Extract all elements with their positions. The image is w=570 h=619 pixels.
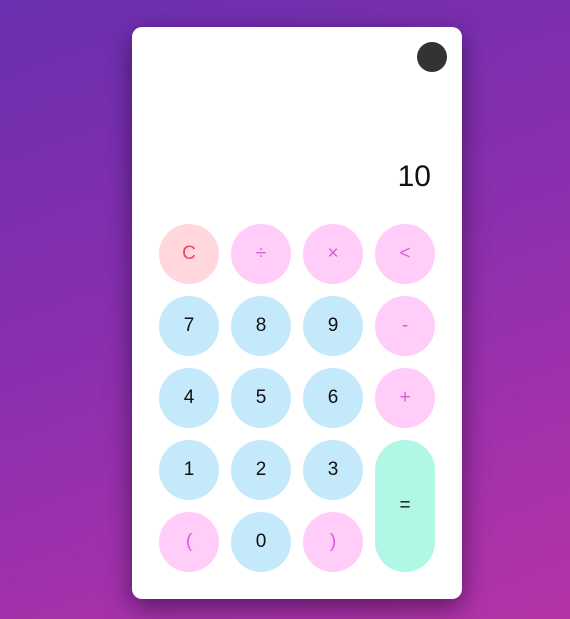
- multiply-button[interactable]: ×: [303, 224, 363, 284]
- open-paren-button[interactable]: (: [159, 512, 219, 572]
- digit-4-button[interactable]: 4: [159, 368, 219, 428]
- theme-toggle-button[interactable]: [417, 42, 447, 72]
- digit-9-button[interactable]: 9: [303, 296, 363, 356]
- plus-button[interactable]: +: [375, 368, 435, 428]
- calculator-panel: 10 C ÷ × < 7 8 9 - 4 5 6 + 1 2 3 = ( 0 ): [132, 27, 462, 599]
- minus-button[interactable]: -: [375, 296, 435, 356]
- backspace-button[interactable]: <: [375, 224, 435, 284]
- calculator-display: 10: [397, 160, 431, 193]
- digit-1-button[interactable]: 1: [159, 440, 219, 500]
- digit-6-button[interactable]: 6: [303, 368, 363, 428]
- divide-button[interactable]: ÷: [231, 224, 291, 284]
- digit-2-button[interactable]: 2: [231, 440, 291, 500]
- digit-5-button[interactable]: 5: [231, 368, 291, 428]
- digit-8-button[interactable]: 8: [231, 296, 291, 356]
- digit-0-button[interactable]: 0: [231, 512, 291, 572]
- close-paren-button[interactable]: ): [303, 512, 363, 572]
- digit-7-button[interactable]: 7: [159, 296, 219, 356]
- digit-3-button[interactable]: 3: [303, 440, 363, 500]
- equals-button[interactable]: =: [375, 440, 435, 572]
- clear-button[interactable]: C: [159, 224, 219, 284]
